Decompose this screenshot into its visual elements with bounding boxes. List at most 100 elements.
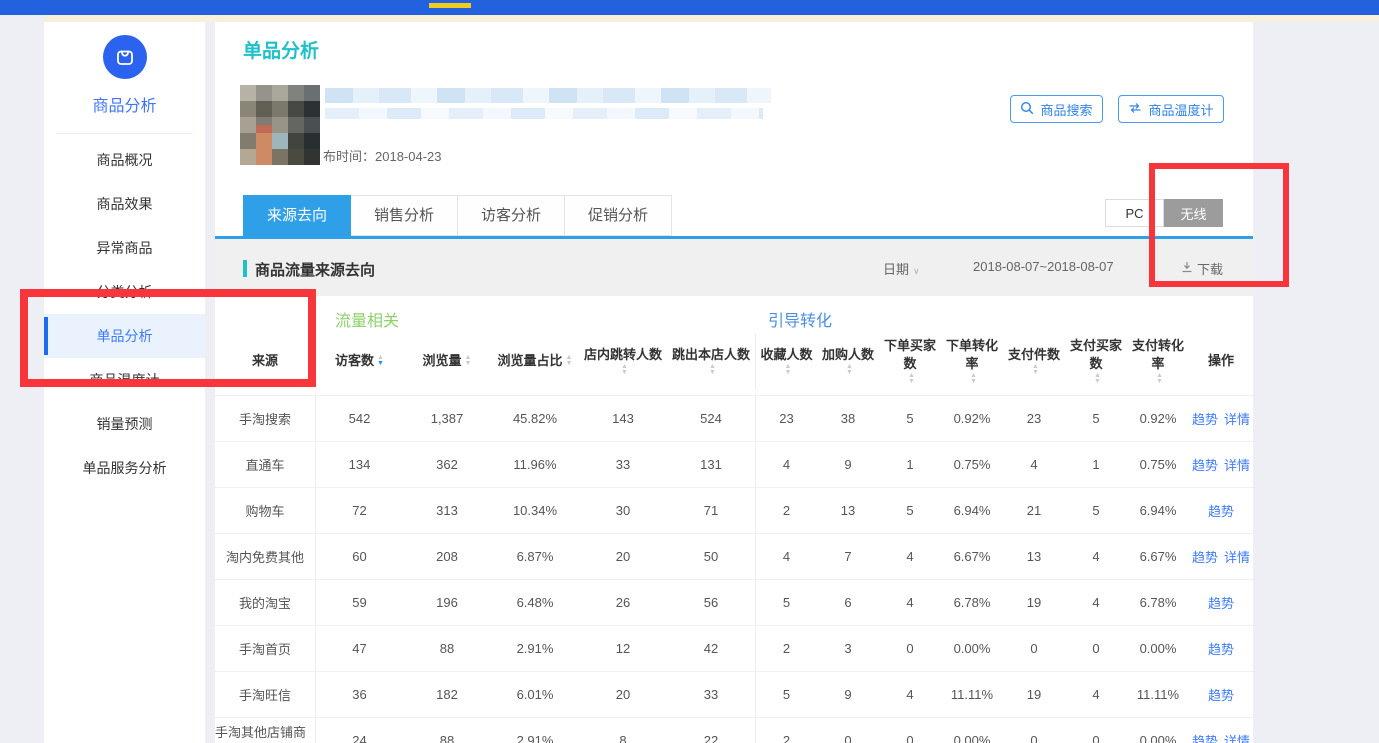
row-value: 6.78% [1127, 580, 1189, 625]
main-content: 单品分析 布时间：2018-04-23 商品搜索 商品温度计 来源去向销售分析访… [215, 22, 1253, 743]
action-link-0[interactable]: 趋势 [1208, 639, 1234, 658]
sort-arrows-icon[interactable]: ▲▼ [465, 355, 472, 367]
sort-arrows-icon[interactable]: ▲▼ [709, 364, 716, 376]
tab-3[interactable]: 促销分析 [565, 195, 672, 236]
download-icon [1181, 261, 1193, 276]
row-value: 33 [667, 672, 755, 717]
column-header-8[interactable]: 下单转化率▲▼ [941, 333, 1003, 389]
row-value: 2 [755, 718, 817, 743]
row-value: 6 [817, 580, 879, 625]
column-header-5[interactable]: 收藏人数▲▼ [755, 333, 817, 389]
row-value: 6.87% [491, 534, 579, 579]
column-label: 加购人数 [822, 346, 874, 364]
row-value: 60 [315, 534, 403, 579]
action-link-1[interactable]: 详情 [1224, 731, 1250, 743]
sidebar-item-5[interactable]: 商品温度计 [44, 358, 205, 402]
sort-arrows-icon[interactable]: ▲▼ [1032, 364, 1039, 376]
sidebar-item-7[interactable]: 单品服务分析 [44, 446, 205, 490]
sort-arrows-icon[interactable]: ▲▼ [566, 355, 573, 367]
action-link-0[interactable]: 趋势 [1192, 455, 1218, 474]
row-value: 7 [817, 534, 879, 579]
date-dropdown[interactable]: 日期∨ [883, 259, 920, 278]
row-value: 4 [755, 442, 817, 487]
row-source: 购物车 [215, 488, 315, 533]
action-link-0[interactable]: 趋势 [1208, 685, 1234, 704]
action-link-0[interactable]: 趋势 [1192, 547, 1218, 566]
row-value: 6.67% [941, 534, 1003, 579]
row-source: 淘内免费其他 [215, 534, 315, 579]
sidebar-item-3[interactable]: 分类分析 [44, 270, 205, 314]
row-actions: 趋势详情 [1189, 396, 1253, 441]
column-header-3[interactable]: 店内跳转人数▲▼ [579, 333, 667, 389]
toggle-pc[interactable]: PC [1105, 199, 1164, 227]
sort-arrows-icon[interactable]: ▲▼ [908, 373, 915, 385]
action-link-1[interactable]: 详情 [1224, 547, 1250, 566]
sort-arrows-icon[interactable]: ▲▼ [785, 364, 792, 376]
action-link-1[interactable]: 详情 [1224, 455, 1250, 474]
download-button[interactable]: 下载 [1181, 259, 1223, 278]
row-value: 0 [879, 718, 941, 743]
action-link-0[interactable]: 趋势 [1192, 731, 1218, 743]
sort-arrows-icon[interactable]: ▲▼ [846, 364, 853, 376]
tab-2[interactable]: 访客分析 [458, 195, 565, 236]
column-label: 支付件数 [1008, 346, 1060, 364]
row-value: 143 [579, 396, 667, 441]
product-thermometer-button[interactable]: 商品温度计 [1118, 95, 1224, 123]
row-value: 59 [315, 580, 403, 625]
column-header-7[interactable]: 下单买家数▲▼ [879, 333, 941, 389]
row-value: 0.00% [941, 626, 1003, 671]
row-value: 0.92% [941, 396, 1003, 441]
tab-0[interactable]: 来源去向 [243, 195, 351, 236]
action-link-0[interactable]: 趋势 [1208, 593, 1234, 612]
action-link-0[interactable]: 趋势 [1192, 409, 1218, 428]
column-label: 浏览量 [423, 352, 462, 370]
column-header-10[interactable]: 支付买家数▲▼ [1065, 333, 1127, 389]
row-source: 手淘首页 [215, 626, 315, 671]
row-value: 6.78% [941, 580, 1003, 625]
column-header-6[interactable]: 加购人数▲▼ [817, 333, 879, 389]
section-band: 商品流量来源去向 日期∨ 2018-08-07~2018-08-07 下载 [215, 239, 1253, 296]
row-actions: 趋势 [1189, 672, 1253, 717]
table-header-row: 来源 访客数▲▼浏览量▲▼浏览量占比▲▼店内跳转人数▲▼跳出本店人数▲▼收藏人数… [215, 333, 1253, 389]
column-header-1[interactable]: 浏览量▲▼ [403, 333, 491, 389]
row-value: 6.01% [491, 672, 579, 717]
row-value: 0 [879, 626, 941, 671]
sidebar-item-6[interactable]: 销量预测 [44, 402, 205, 446]
row-value: 2.91% [491, 626, 579, 671]
date-range-value[interactable]: 2018-08-07~2018-08-07 [973, 259, 1114, 274]
row-value: 0 [1065, 626, 1127, 671]
column-header-9[interactable]: 支付件数▲▼ [1003, 333, 1065, 389]
row-value: 21 [1003, 488, 1065, 533]
sidebar-item-2[interactable]: 异常商品 [44, 226, 205, 270]
top-navigation-bar [0, 0, 1379, 15]
sort-arrows-icon[interactable]: ▲▼ [621, 364, 628, 376]
action-link-1[interactable]: 详情 [1224, 409, 1250, 428]
row-value: 47 [315, 626, 403, 671]
sidebar-item-1[interactable]: 商品效果 [44, 182, 205, 226]
row-value: 196 [403, 580, 491, 625]
action-link-0[interactable]: 趋势 [1208, 501, 1234, 520]
row-value: 0 [1003, 626, 1065, 671]
sort-arrows-icon[interactable]: ▲▼ [1156, 373, 1163, 385]
sidebar-item-4[interactable]: 单品分析 [44, 314, 205, 358]
sort-arrows-icon[interactable]: ▲▼ [1094, 373, 1101, 385]
column-label: 下单转化率 [943, 337, 1001, 373]
row-actions: 趋势详情 [1189, 442, 1253, 487]
column-header-11[interactable]: 支付转化率▲▼ [1127, 333, 1189, 389]
sort-arrows-icon[interactable]: ▲▼ [970, 373, 977, 385]
toggle-wireless[interactable]: 无线 [1164, 199, 1223, 227]
column-label: 跳出本店人数 [672, 346, 750, 364]
column-header-2[interactable]: 浏览量占比▲▼ [491, 333, 579, 389]
tab-1[interactable]: 销售分析 [351, 195, 458, 236]
row-value: 8 [579, 718, 667, 743]
swap-arrows-icon [1128, 102, 1142, 117]
row-value: 11.11% [1127, 672, 1189, 717]
row-source: 手淘其他店铺商品 [215, 718, 315, 743]
product-search-button[interactable]: 商品搜索 [1010, 95, 1103, 123]
traffic-group-title: 流量相关 [335, 307, 399, 331]
sidebar-item-0[interactable]: 商品概况 [44, 138, 205, 182]
column-header-0[interactable]: 访客数▲▼ [315, 333, 403, 389]
column-header-4[interactable]: 跳出本店人数▲▼ [667, 333, 755, 389]
row-value: 542 [315, 396, 403, 441]
sort-arrows-icon[interactable]: ▲▼ [377, 355, 384, 367]
